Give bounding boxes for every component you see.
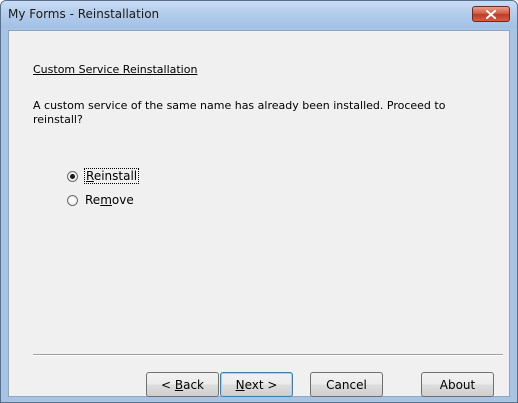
close-button[interactable] [472, 6, 510, 22]
about-button-label: About [439, 377, 476, 392]
next-button-label: Next > [235, 377, 278, 392]
about-button[interactable]: About [421, 372, 494, 397]
radio-selected-dot [70, 173, 75, 179]
cancel-button[interactable]: Cancel [310, 372, 383, 397]
back-button[interactable]: < Back [146, 372, 219, 397]
reinstall-radio[interactable] [67, 170, 78, 182]
back-button-label: < Back [160, 377, 204, 392]
cancel-button-label: Cancel [326, 377, 367, 392]
remove-label[interactable]: Remove [85, 193, 134, 207]
description-text: A custom service of the same name has al… [33, 99, 446, 126]
remove-radio-option[interactable]: Remove [67, 192, 134, 208]
remove-radio[interactable] [67, 194, 78, 206]
title-bar[interactable]: My Forms - Reinstallation [1, 1, 517, 28]
window-title: My Forms - Reinstallation [8, 7, 160, 21]
reinstall-label[interactable]: Reinstall [83, 168, 140, 184]
close-x-icon [486, 9, 496, 19]
next-button[interactable]: Next > [220, 372, 293, 397]
footer-separator [33, 354, 503, 356]
section-title: Custom Service Reinstallation [33, 63, 198, 76]
dialog-client-area [8, 30, 510, 397]
reinstall-radio-option[interactable]: Reinstall [67, 168, 140, 184]
